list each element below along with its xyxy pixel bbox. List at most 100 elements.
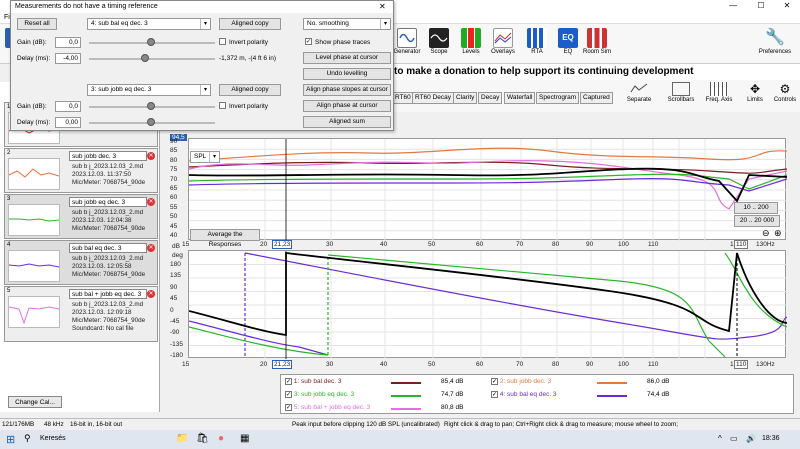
tab-decay[interactable]: Decay: [478, 92, 503, 104]
level-phase-button[interactable]: Level phase at cursor: [303, 52, 391, 64]
toolbar-eq[interactable]: EQ EQ: [553, 26, 583, 62]
legend-checkbox[interactable]: ✓: [285, 404, 292, 411]
toolbar-levels[interactable]: Levels: [456, 26, 486, 62]
remove-measurement-icon[interactable]: ✕: [147, 244, 155, 252]
legend-item[interactable]: ✓ 1: sub bal dec. 3: [285, 378, 342, 385]
limits-button[interactable]: ✥ Limits: [738, 82, 772, 112]
spl-chart[interactable]: [186, 138, 788, 241]
range-20-20000-button[interactable]: 20 .. 20 000: [734, 215, 780, 227]
align-phase-slopes-button[interactable]: Align phase slopes at cursor: [303, 84, 391, 96]
gain-input-a[interactable]: 0,0: [55, 37, 81, 48]
legend-item[interactable]: ✓ 2: sub jobb dec. 3: [491, 378, 551, 385]
tab-clarity[interactable]: Clarity: [453, 92, 478, 104]
windows-start-icon[interactable]: ⊞: [6, 433, 15, 446]
dialog-close-icon[interactable]: ✕: [379, 2, 386, 11]
tab-rt60-decay[interactable]: RT60 Decay: [412, 92, 455, 104]
toolbar-overlays[interactable]: Overlays: [488, 26, 518, 62]
tab-rt60[interactable]: RT60: [392, 92, 414, 104]
legend-checkbox[interactable]: ✓: [285, 391, 292, 398]
legend-checkbox[interactable]: ✓: [491, 378, 498, 385]
legend-swatch: [597, 395, 627, 397]
gain-slider-a-knob[interactable]: [147, 38, 155, 46]
tab-spectrogram[interactable]: Spectrogram: [536, 92, 580, 104]
align-phase-button[interactable]: Align phase at cursor: [303, 100, 391, 112]
measurement-b-select[interactable]: 3: sub jobb eq dec. 3 ▾: [87, 84, 211, 96]
gain-slider-b-knob[interactable]: [147, 102, 155, 110]
series-line-5: [188, 160, 788, 210]
spl-selector[interactable]: SPL ▾: [190, 151, 220, 163]
average-responses-button[interactable]: Average the Responses: [190, 229, 260, 248]
smoothing-select[interactable]: No. smoothing ▾: [303, 18, 391, 30]
measurement-item[interactable]: 5 sub bal + jobb eq dec. 3 ✕ sub b j_202…: [4, 286, 158, 342]
minimize-icon[interactable]: —: [720, 0, 746, 12]
file-explorer-icon[interactable]: 📁: [176, 433, 188, 444]
rew-app-icon[interactable]: ▦: [240, 433, 249, 444]
measurement-item[interactable]: 4 sub bal eq dec. 3 ✕ sub b j_2023.12.03…: [4, 240, 158, 285]
wrench-icon: 🔧: [765, 29, 785, 46]
controls-button[interactable]: ⚙ Controls: [768, 82, 800, 112]
measurement-name-field[interactable]: sub jobb eq dec. 3: [69, 197, 147, 207]
zoom-out-icon[interactable]: ⊖: [762, 228, 770, 239]
delay-slider-b-knob[interactable]: [147, 118, 155, 126]
remove-measurement-icon[interactable]: ✕: [147, 290, 155, 298]
phase-chart[interactable]: [186, 250, 788, 359]
legend-item[interactable]: ✓ 5: sub bal + jobb eq dec. 3: [285, 404, 370, 411]
remove-measurement-icon[interactable]: ✕: [147, 198, 155, 206]
toolbar-preferences[interactable]: 🔧 Preferences: [755, 26, 795, 62]
gain-input-b[interactable]: 0,0: [55, 101, 81, 112]
measurement-name-field[interactable]: sub jobb dec. 3: [69, 151, 147, 161]
legend-item[interactable]: ✓ 3: sub jobb eq dec. 3: [285, 391, 354, 398]
change-cal-button[interactable]: Change Cal...: [8, 396, 62, 408]
legend-value: 80,8 dB: [441, 404, 464, 411]
delay-input-a[interactable]: -4,00: [55, 53, 81, 64]
measurement-name-field[interactable]: sub bal + jobb eq dec. 3: [69, 289, 147, 299]
clock[interactable]: 18:36: [762, 435, 780, 442]
taskbar-search[interactable]: Keresés: [40, 435, 66, 442]
measurement-a-select[interactable]: 4: sub bal eq dec. 3 ▾: [87, 18, 211, 30]
invert-polarity-a-label: Invert polarity: [229, 39, 269, 46]
delay-slider-a-knob[interactable]: [141, 54, 149, 62]
delay-label-b: Delay (ms):: [17, 119, 51, 126]
remove-measurement-icon[interactable]: ✕: [147, 152, 155, 160]
volume-icon[interactable]: 🔊: [746, 434, 756, 443]
network-icon[interactable]: ▭: [730, 434, 738, 443]
toolbar-scope[interactable]: Scope: [424, 26, 454, 62]
freq-axis-button[interactable]: Freq. Axis: [702, 82, 736, 112]
invert-polarity-b-checkbox[interactable]: [219, 102, 226, 109]
eq-icon: EQ: [558, 28, 578, 48]
reset-all-button[interactable]: Reset all: [17, 18, 57, 30]
browser-icon[interactable]: ●: [218, 433, 224, 444]
measurement-name-field[interactable]: sub bal eq dec. 3: [69, 243, 147, 253]
legend-checkbox[interactable]: ✓: [491, 391, 498, 398]
tab-waterfall[interactable]: Waterfall: [504, 92, 536, 104]
aligned-sum-button[interactable]: Aligned sum: [303, 116, 391, 128]
aligned-copy-b-button[interactable]: Aligned copy: [219, 84, 281, 96]
legend-item[interactable]: ✓ 4: sub bal eq dec. 3: [491, 391, 557, 398]
separate-button[interactable]: Separate: [622, 82, 656, 112]
toolbar-rta[interactable]: RTA: [522, 26, 552, 62]
range-10-200-button[interactable]: 10 .. 200: [734, 202, 778, 214]
show-phase-checkbox[interactable]: ✓: [305, 38, 312, 45]
y-tick-label: -135: [170, 340, 184, 348]
search-icon[interactable]: ⚲: [24, 433, 31, 444]
toolbar-room-sim[interactable]: Room Sim: [582, 26, 612, 62]
invert-polarity-a-checkbox[interactable]: [219, 38, 226, 45]
delay-input-b[interactable]: 0,00: [55, 117, 81, 128]
scrollbars-button[interactable]: Scrollbars: [664, 82, 698, 112]
zoom-in-icon[interactable]: ⊕: [774, 228, 782, 239]
series-line-sum: [188, 167, 788, 203]
close-icon[interactable]: ✕: [774, 0, 800, 12]
store-icon[interactable]: 🛍: [196, 433, 209, 444]
aligned-copy-a-button[interactable]: Aligned copy: [219, 18, 281, 30]
x-tick-label: 40: [380, 361, 388, 368]
undo-levelling-button[interactable]: Undo levelling: [303, 68, 391, 80]
toolbar-generator[interactable]: Generator: [392, 26, 422, 62]
tray-chevron-icon[interactable]: ^: [718, 434, 722, 443]
measurement-item[interactable]: 3 sub jobb eq dec. 3 ✕ sub b j_2023.12.0…: [4, 194, 158, 239]
measurement-item[interactable]: 2 sub jobb dec. 3 ✕ sub b j_2023.12.03_2…: [4, 148, 158, 193]
maximize-icon[interactable]: ☐: [748, 0, 774, 12]
legend-checkbox[interactable]: ✓: [285, 378, 292, 385]
tab-captured[interactable]: Captured: [580, 92, 613, 104]
legend-value: 74,7 dB: [441, 391, 464, 398]
delay-slider-a[interactable]: [89, 58, 215, 60]
